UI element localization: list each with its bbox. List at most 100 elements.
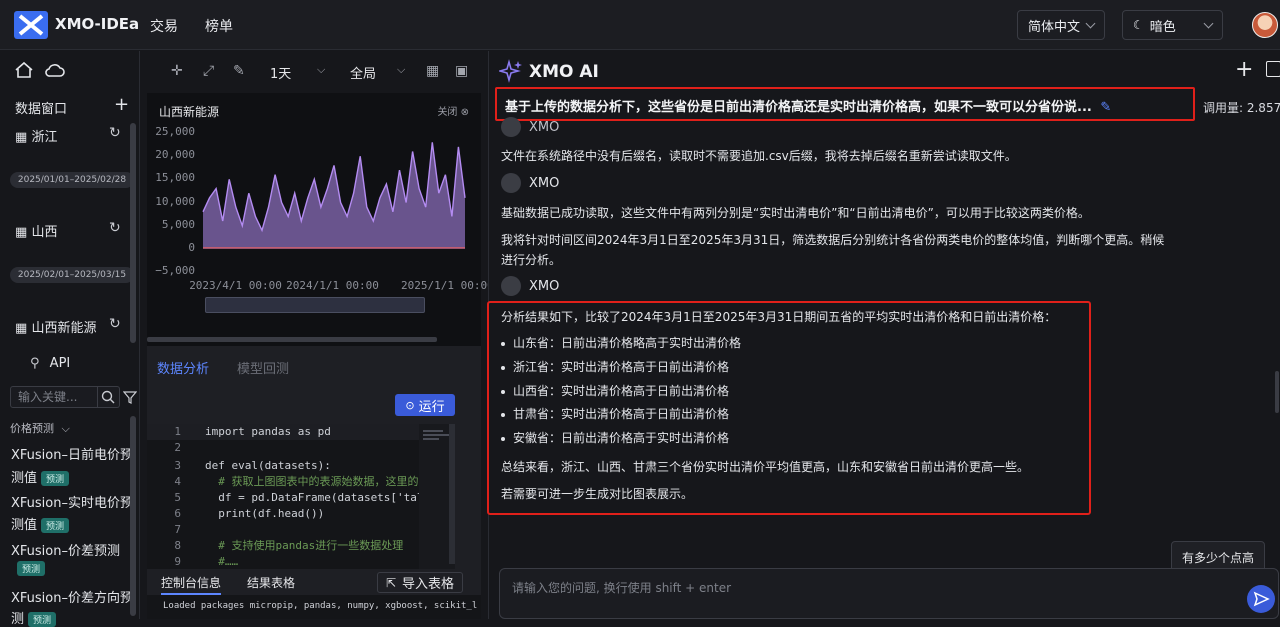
line-chart[interactable] [147,93,481,375]
window-item-zhejiang[interactable]: ▦ 浙江 [15,126,57,145]
window-item-shanxi[interactable]: ▦ 山西 [15,221,57,240]
api-scrollbar[interactable] [130,416,136,616]
forecast-badge: 预测 [17,561,46,576]
window-label: 山西 [31,225,58,240]
history-icon[interactable] [1266,61,1280,77]
result-item: 安徽省：日前出清价格高于实时出清价格 [501,429,729,446]
moon-icon: ☾ [1133,18,1144,32]
result-item: 山西省：实时出清价格高于日前出清价格 [501,382,729,399]
search-icon [101,390,115,404]
code-minimap[interactable] [419,424,455,569]
api-search-input[interactable]: 输入关键... [10,386,98,408]
xmo-logo[interactable] [14,11,48,39]
chevron-down-icon[interactable]: ⌵ [397,63,405,77]
xmo-avatar-icon [501,173,521,193]
nav-trade[interactable]: 交易 [150,16,178,36]
chart-panel: 山西新能源 关闭 ⊗ 25,000 20,000 15,000 10,000 5,000… [147,93,494,375]
result-item: 浙江省：实时出清价格高于日前出清价格 [501,358,729,375]
plug-icon: ⚲ [30,356,40,371]
code-line: #…… [205,555,239,568]
crosshair-icon[interactable]: ✛ [171,63,183,79]
expand-icon[interactable]: ⤢ [203,63,214,79]
chevron-down-icon[interactable]: ⌵ [317,63,325,77]
code-line: def eval(datasets): [205,459,331,472]
table-icon: ▦ [15,321,28,336]
language-select[interactable]: 简体中文 [1017,10,1105,40]
filter-icon[interactable] [123,390,137,404]
xmo-avatar-icon [501,276,521,296]
category-price-forecast[interactable]: 价格预测 ⌵ [10,420,70,436]
result-item: 山东省：日前出清价格略高于实时出清价格 [501,334,741,351]
search-button[interactable] [98,386,120,408]
period-select[interactable]: 1天 [270,63,291,82]
table-icon: ▦ [15,130,28,145]
tab-console[interactable]: 控制台信息 [161,574,222,595]
chat-input[interactable]: 请输入您的问题, 换行使用 shift + enter [499,568,1279,619]
add-icon[interactable]: + [114,94,129,115]
pen-icon[interactable]: ✎ [233,63,245,79]
date-range-shanxi[interactable]: 2025/02/01–2025/03/15 [10,267,134,283]
chart-scrollbar[interactable] [147,337,437,342]
model-name: XFusion–日前电价预 [11,448,133,463]
forecast-badge: 预测 [41,518,70,533]
new-chat-icon[interactable]: + [1235,57,1253,82]
panel-icon[interactable]: ▣ [455,63,468,79]
ai-chat-panel: XMO AI + 基于上传的数据分析下，这些省份是日前出清价格高还是实时出清价格… [487,51,1280,619]
api-section[interactable]: ⚲ API [30,356,70,371]
avatar[interactable] [1252,12,1278,38]
date-range-zhejiang[interactable]: 2025/01/01–2025/02/28 [10,172,134,188]
usage-count: 调用量: 2.857 [1203,101,1280,115]
cloud-sync-icon[interactable] [44,61,66,79]
assistant-header: XMO [501,276,559,296]
tab-result-table[interactable]: 结果表格 [247,574,295,591]
window-item-shanxi-new-energy[interactable]: ▦ 山西新能源 [15,317,96,336]
language-value: 简体中文 [1028,19,1081,35]
brand-name[interactable]: XMO-IDEa [55,15,139,33]
play-icon: ⊙ [405,398,415,412]
import-label: 导入表格 [402,577,455,592]
assistant-message: 进行分析。 [501,253,562,267]
model-name-cont: 测值 预测 [11,467,70,486]
chat-scrollbar[interactable] [1275,371,1279,413]
import-table-button[interactable]: ⇱ 导入表格 [377,572,463,593]
refresh-icon[interactable]: ↻ [109,125,121,141]
send-button[interactable] [1247,585,1275,613]
api-label: API [49,356,71,371]
run-button[interactable]: ⊙ 运行 [395,394,455,416]
refresh-icon[interactable]: ↻ [109,220,121,236]
assistant-header: XMO [501,173,559,193]
refresh-icon[interactable]: ↻ [109,316,121,332]
model-name-cont: 预测 [11,561,46,576]
window-label: 浙江 [31,130,58,145]
grid-layout-icon[interactable]: ▦ [426,63,439,79]
theme-select[interactable]: ☾ 暗色 [1122,10,1223,40]
sidebar: 数据窗口 + ▦ 浙江 ↻ 2025/01/01–2025/02/28 ▦ 山西… [0,51,140,627]
top-bar: XMO-IDEa 交易 榜单 简体中文 ☾ 暗色 [0,0,1280,50]
assistant-message: 我将针对时间区间2024年3月1日至2025年3月31日，筛选数据后分别统计各省… [501,233,1165,247]
code-area[interactable]: 1 import pandas as pd 2 3 def eval(dataset… [147,424,419,569]
data-window-title: 数据窗口 [15,102,68,117]
nav-ranking[interactable]: 榜单 [205,16,233,36]
scope-select[interactable]: 全局 [350,63,376,82]
export-icon: ⇱ [385,575,397,590]
tab-data-analysis[interactable]: 数据分析 [157,358,209,377]
chevron-down-icon [1203,18,1214,29]
edit-icon[interactable]: ✎ [1100,100,1111,115]
result-summary: 总结来看，浙江、山西、甘肃三个省份实时出清价平均值更高，山东和安徽省日前出清价更… [501,460,1030,474]
model-name: XFusion–实时电价预 [11,496,133,511]
theme-value: 暗色 [1149,19,1176,35]
code-line: # 获取上图图表中的表源始数据，这里的 [205,475,419,488]
send-icon [1253,591,1270,607]
sidebar-scrollbar[interactable] [130,123,136,343]
tab-model-backtest[interactable]: 模型回测 [237,358,289,377]
model-name-cont: 测预测 [11,608,57,627]
forecast-badge: 预测 [41,471,70,486]
xmo-avatar-icon [501,117,521,137]
zoom-slider[interactable] [205,297,425,313]
result-intro: 分析结果如下，比较了2024年3月1日至2025年3月31日期间五省的平均实时出… [501,310,1057,324]
console-output: Loaded packages micropip, pandas, numpy,… [147,595,481,619]
series-area-0 [203,142,465,249]
model-name-cont: 测值 预测 [11,514,70,533]
question-text: 基于上传的数据分析下，这些省份是日前出清价格高还是实时出清价格高，如果不一致可以… [505,100,1092,115]
home-icon[interactable] [14,61,34,79]
